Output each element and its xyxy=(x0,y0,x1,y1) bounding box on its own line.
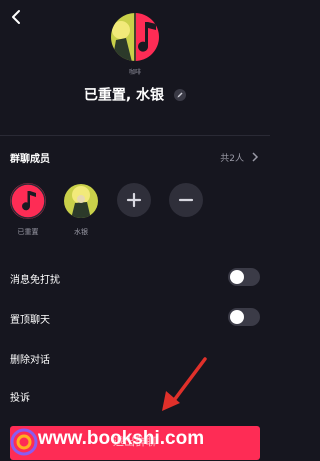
pin-toggle[interactable] xyxy=(228,308,260,326)
pencil-icon[interactable] xyxy=(174,88,187,101)
mute-toggle[interactable] xyxy=(228,268,260,286)
member-avatar-shuiyin[interactable] xyxy=(63,183,99,219)
members-count: 共2人 xyxy=(220,154,244,164)
toggle-knob xyxy=(230,310,244,324)
section-divider xyxy=(0,135,270,136)
chevron-right-icon xyxy=(252,152,259,162)
report-label: 投诉 xyxy=(10,393,30,404)
plus-icon xyxy=(126,192,142,208)
minus-icon xyxy=(178,198,194,202)
report-row[interactable]: 投诉 xyxy=(10,385,260,407)
watermark-logo-icon xyxy=(10,428,38,456)
member-name: 水银 xyxy=(74,228,88,236)
avatar-caption: 咖啡 xyxy=(128,69,141,76)
delete-chat-row[interactable]: 删除对话 xyxy=(10,347,260,369)
back-chevron-icon[interactable] xyxy=(8,8,26,26)
member-avatar-reset[interactable] xyxy=(10,183,46,219)
member-name: 已重置 xyxy=(17,228,39,236)
delete-chat-label: 删除对话 xyxy=(10,355,50,366)
add-member-button[interactable] xyxy=(117,183,151,217)
members-header[interactable]: 群聊成员 共2人 xyxy=(10,150,260,166)
mute-label: 消息免打扰 xyxy=(10,275,60,286)
toggle-knob xyxy=(230,270,244,284)
pin-setting-row: 置顶聊天 xyxy=(10,307,260,329)
group-name: 已重置, 水银 xyxy=(83,87,165,104)
mute-setting-row: 消息免打扰 xyxy=(10,267,260,289)
watermark-text: www.bookshi.com xyxy=(38,428,205,449)
pin-label: 置顶聊天 xyxy=(10,315,50,326)
annotation-arrow-icon xyxy=(162,357,207,411)
group-title-row[interactable]: 已重置, 水银 xyxy=(0,84,270,105)
group-avatar xyxy=(106,12,164,62)
members-title: 群聊成员 xyxy=(10,154,50,165)
remove-member-button[interactable] xyxy=(169,183,203,217)
